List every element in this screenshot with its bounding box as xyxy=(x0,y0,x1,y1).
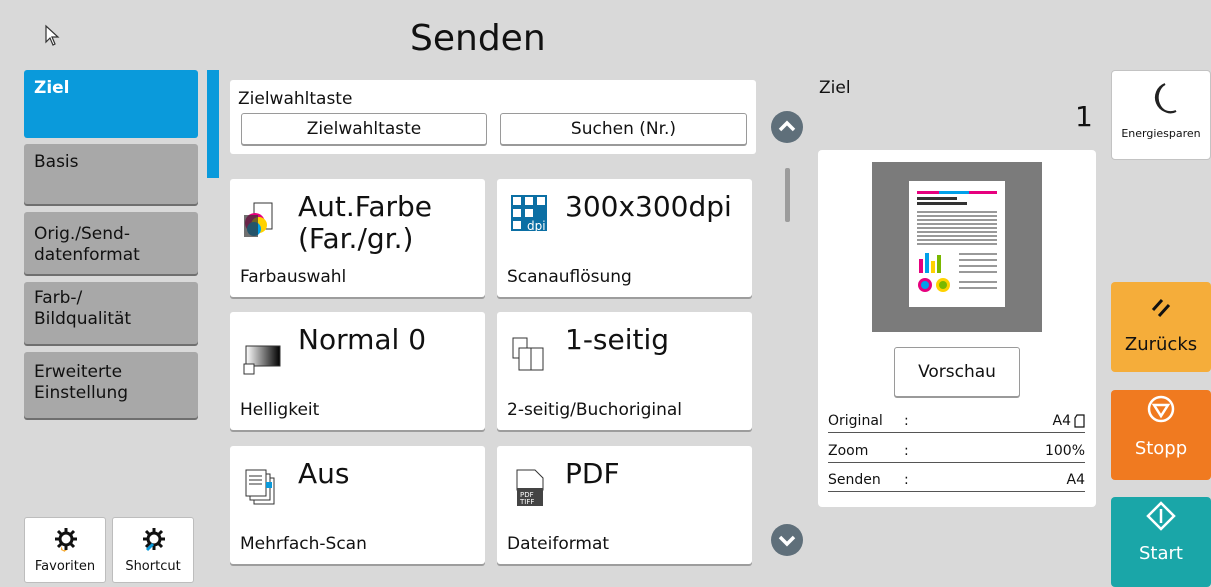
duplex-icon xyxy=(512,337,544,371)
resolution-value: 300x300dpi xyxy=(565,190,732,223)
multi-scan-card[interactable]: Aus Mehrfach-Scan xyxy=(230,446,485,564)
stop-icon xyxy=(1147,395,1175,423)
tab-orig-send[interactable]: Orig./Send- datenformat xyxy=(24,212,198,274)
tab-indicator xyxy=(207,70,219,178)
info-value: A4 xyxy=(1066,472,1085,488)
shortcut-label: Shortcut xyxy=(125,559,181,574)
tab-erweiterte[interactable]: Erweiterte Einstellung xyxy=(24,352,198,418)
info-key: Senden xyxy=(828,472,881,488)
portrait-page-icon xyxy=(1074,414,1085,428)
favorites-gear-icon xyxy=(55,528,77,552)
file-format-card[interactable]: PDF TIFF PDF Dateiformat xyxy=(497,446,752,564)
tab-label: Ziel xyxy=(34,78,70,98)
multi-scan-value: Aus xyxy=(298,457,350,490)
brightness-icon xyxy=(243,345,281,375)
dpi-icon: dpi xyxy=(511,195,547,233)
pdf-tiff-icon: PDF TIFF xyxy=(516,469,544,506)
duplex-label: 2-seitig/Buchoriginal xyxy=(507,400,682,420)
info-row-zoom: Zoom : 100% xyxy=(828,441,1085,463)
tab-label: Basis xyxy=(34,152,79,172)
mouse-cursor-icon xyxy=(45,24,60,46)
tab-label: Erweiterte Einstellung xyxy=(34,362,129,403)
info-row-senden: Senden : A4 xyxy=(828,470,1085,492)
shortcut-button[interactable]: Shortcut xyxy=(112,517,194,583)
suchen-nr-button[interactable]: Suchen (Nr.) xyxy=(500,113,747,145)
multi-scan-icon xyxy=(245,469,275,505)
info-colon: : xyxy=(904,472,909,488)
energy-saver-button[interactable]: Energiesparen xyxy=(1111,70,1211,160)
info-value: 100% xyxy=(1044,443,1085,459)
duplex-value: 1-seitig xyxy=(565,323,670,356)
stop-button[interactable]: Stopp xyxy=(1111,390,1211,480)
chevron-down-icon xyxy=(778,535,796,547)
resolution-card[interactable]: dpi 300x300dpi Scanauflösung xyxy=(497,179,752,297)
color-select-value: Aut.Farbe (Far./gr.) xyxy=(298,190,432,255)
reset-slash-icon xyxy=(1151,298,1171,318)
start-icon xyxy=(1146,501,1176,531)
zielwahltaste-button[interactable]: Zielwahltaste xyxy=(241,113,487,145)
preview-ziel-label: Ziel xyxy=(819,78,851,98)
svg-text:TIFF: TIFF xyxy=(519,498,534,506)
tab-farb-bild[interactable]: Farb-/ Bildqualität xyxy=(24,282,198,344)
reset-button[interactable]: Zurücks xyxy=(1111,282,1211,372)
resolution-label: Scanauflösung xyxy=(507,267,632,287)
tab-label: Farb-/ Bildqualität xyxy=(34,288,132,329)
favoriten-label: Favoriten xyxy=(34,559,96,574)
document-thumbnail xyxy=(909,181,1005,307)
destination-label: Zielwahltaste xyxy=(238,89,353,109)
brightness-value: Normal 0 xyxy=(298,323,427,356)
file-format-value: PDF xyxy=(565,457,620,490)
destination-count: 1 xyxy=(1075,100,1093,133)
energy-saver-label: Energiesparen xyxy=(1121,127,1201,140)
info-key: Original xyxy=(828,413,883,429)
scroll-up-button[interactable] xyxy=(771,111,803,143)
favoriten-button[interactable]: Favoriten xyxy=(24,517,106,583)
svg-text:dpi: dpi xyxy=(527,219,546,233)
info-key: Zoom xyxy=(828,443,869,459)
file-format-label: Dateiformat xyxy=(507,534,610,554)
moon-icon xyxy=(1154,83,1177,114)
color-select-card[interactable]: Aut.Farbe (Far./gr.) Farbauswahl xyxy=(230,179,485,297)
tab-ziel[interactable]: Ziel xyxy=(24,70,198,138)
color-select-icon xyxy=(244,202,273,237)
color-select-label: Farbauswahl xyxy=(240,267,347,287)
start-button[interactable]: Start xyxy=(1111,497,1211,587)
scrollbar-thumb[interactable] xyxy=(785,168,790,222)
multi-scan-label: Mehrfach-Scan xyxy=(240,534,367,554)
info-row-original: Original : A4 xyxy=(828,411,1085,433)
page-title: Senden xyxy=(410,18,546,59)
info-colon: : xyxy=(904,443,909,459)
duplex-card[interactable]: 1-seitig 2-seitig/Buchoriginal xyxy=(497,312,752,430)
brightness-label: Helligkeit xyxy=(240,400,320,420)
tab-basis[interactable]: Basis xyxy=(24,144,198,204)
tab-label: Orig./Send- datenformat xyxy=(34,224,140,265)
preview-button[interactable]: Vorschau xyxy=(894,347,1020,397)
stop-label: Stopp xyxy=(1134,438,1188,459)
brightness-card[interactable]: Normal 0 Helligkeit xyxy=(230,312,485,430)
shortcut-gear-icon xyxy=(143,528,165,552)
start-label: Start xyxy=(1139,543,1183,564)
scroll-down-button[interactable] xyxy=(771,524,803,556)
reset-label: Zurücks xyxy=(1124,334,1198,355)
info-value: A4 xyxy=(1052,413,1071,429)
info-colon: : xyxy=(904,413,909,429)
chevron-up-icon xyxy=(778,120,796,132)
